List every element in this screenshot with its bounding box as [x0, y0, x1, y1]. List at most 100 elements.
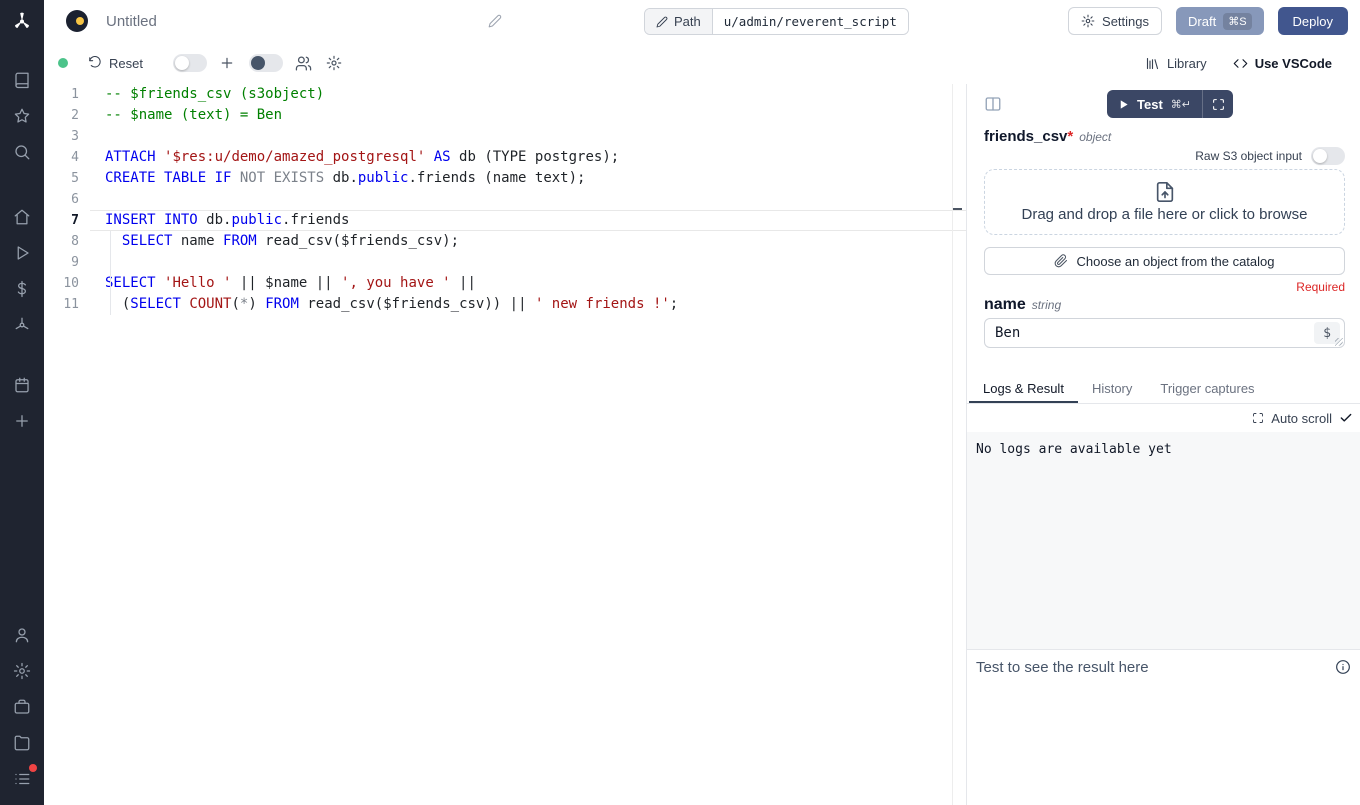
autoscroll-label[interactable]: Auto scroll [1271, 411, 1332, 426]
path-label: Path [674, 14, 701, 29]
line-content[interactable]: -- $name (text) = Ben [90, 105, 966, 126]
deploy-button[interactable]: Deploy [1278, 7, 1348, 35]
line-number[interactable]: 3 [44, 126, 90, 147]
raw-s3-toggle[interactable] [1311, 147, 1345, 165]
test-shortcut: ⌘↵ [1171, 98, 1191, 111]
schedules-calendar-icon[interactable] [0, 367, 44, 403]
result-area: Test to see the result here [967, 649, 1360, 685]
line-number[interactable]: 1 [44, 84, 90, 105]
line-content[interactable]: SELECT name FROM read_csv($friends_csv); [90, 231, 966, 252]
logs-empty-text: No logs are available yet [976, 442, 1172, 457]
library-icon [1145, 56, 1160, 71]
expand-logs-icon[interactable] [1252, 412, 1264, 424]
code-line[interactable]: 11 (SELECT COUNT(*) FROM read_csv($frien… [44, 294, 966, 315]
add-plus-icon[interactable] [219, 55, 235, 71]
tab-logs-result[interactable]: Logs & Result [969, 374, 1078, 403]
line-number[interactable]: 5 [44, 168, 90, 189]
resources-icon[interactable] [0, 307, 44, 343]
line-number[interactable]: 6 [44, 189, 90, 210]
status-dot [58, 58, 68, 68]
windmill-logo-icon[interactable] [0, 0, 44, 44]
settings-button[interactable]: Settings [1068, 7, 1162, 35]
expand-test-icon[interactable] [1202, 90, 1233, 118]
tab-trigger-captures[interactable]: Trigger captures [1146, 374, 1268, 403]
audit-logs-list-icon[interactable] [0, 761, 44, 797]
left-sidebar [0, 0, 44, 805]
toggle-assistant[interactable] [249, 54, 283, 72]
file-upload-icon [1154, 181, 1176, 203]
line-content[interactable]: INSERT INTO db.public.friends [90, 210, 966, 231]
line-content[interactable] [90, 189, 966, 210]
line-number[interactable]: 11 [44, 294, 90, 315]
line-content[interactable] [90, 252, 966, 273]
test-button[interactable]: Test ⌘↵ [1107, 90, 1202, 118]
line-number[interactable]: 7 [44, 210, 90, 231]
line-content[interactable]: CREATE TABLE IF NOT EXISTS db.public.fri… [90, 168, 966, 189]
code-line[interactable]: 4ATTACH '$res:u/demo/amazed_postgresql' … [44, 147, 966, 168]
folders-icon[interactable] [0, 725, 44, 761]
line-number[interactable]: 9 [44, 252, 90, 273]
workspace-settings-gear-icon[interactable] [0, 653, 44, 689]
arg-friends-csv-header: friends_csv* object [984, 128, 1345, 145]
search-icon[interactable] [0, 134, 44, 170]
path-group: Path u/admin/reverent_script [644, 8, 909, 35]
choose-object-button[interactable]: Choose an object from the catalog [984, 247, 1345, 275]
runs-play-icon[interactable] [0, 235, 44, 271]
line-number[interactable]: 8 [44, 231, 90, 252]
edit-path-button[interactable]: Path [645, 9, 712, 34]
line-content[interactable]: (SELECT COUNT(*) FROM read_csv($friends_… [90, 294, 966, 315]
account-user-icon[interactable] [0, 617, 44, 653]
create-plus-icon[interactable] [0, 403, 44, 439]
line-number[interactable]: 10 [44, 273, 90, 294]
result-tabs: Logs & ResultHistoryTrigger captures [967, 374, 1360, 404]
tab-history[interactable]: History [1078, 374, 1146, 403]
scrollbar-cursor-marker[interactable] [953, 208, 962, 210]
home-icon[interactable] [0, 199, 44, 235]
reset-button[interactable]: Reset [88, 56, 143, 71]
use-vscode-button[interactable]: Use VSCode [1233, 56, 1332, 71]
variables-dollar-icon[interactable] [0, 271, 44, 307]
collaborators-users-icon[interactable] [295, 55, 312, 72]
workers-briefcase-icon[interactable] [0, 689, 44, 725]
code-line[interactable]: 10SELECT 'Hello ' || $name || ', you hav… [44, 273, 966, 294]
line-content[interactable]: -- $friends_csv (s3object) [90, 84, 966, 105]
line-number[interactable]: 2 [44, 105, 90, 126]
code-line[interactable]: 6 [44, 189, 966, 210]
library-button[interactable]: Library [1145, 56, 1207, 71]
dropzone-text: Drag and drop a file here or click to br… [1022, 206, 1308, 223]
line-content[interactable]: SELECT 'Hello ' || $name || ', you have … [90, 273, 966, 294]
name-input[interactable] [985, 319, 1344, 347]
editor-settings-gear-icon[interactable] [326, 55, 342, 71]
path-value[interactable]: u/admin/reverent_script [712, 9, 908, 34]
docs-icon[interactable] [0, 62, 44, 98]
result-placeholder: Test to see the result here [976, 659, 1149, 676]
toggle-panel-icon[interactable] [984, 95, 1002, 113]
draft-button[interactable]: Draft ⌘S [1176, 7, 1264, 35]
name-input-wrap: $ [984, 318, 1345, 348]
notification-dot [29, 764, 37, 772]
required-star: * [1067, 128, 1073, 145]
toggle-diff-mode[interactable] [173, 54, 207, 72]
script-title[interactable]: Untitled [106, 13, 157, 30]
code-line[interactable]: 1-- $friends_csv (s3object) [44, 84, 966, 105]
code-line[interactable]: 9 [44, 252, 966, 273]
vscode-icon [1233, 56, 1248, 71]
edit-title-pencil-icon[interactable] [488, 14, 502, 28]
code-line[interactable]: 3 [44, 126, 966, 147]
file-dropzone[interactable]: Drag and drop a file here or click to br… [984, 169, 1345, 235]
favorites-star-icon[interactable] [0, 98, 44, 134]
workspace-avatar[interactable] [66, 10, 88, 32]
code-line[interactable]: 2-- $name (text) = Ben [44, 105, 966, 126]
line-number[interactable]: 4 [44, 147, 90, 168]
autoscroll-check-icon[interactable] [1339, 411, 1353, 425]
code-editor[interactable]: 1-- $friends_csv (s3object)2-- $name (te… [44, 84, 966, 805]
line-content[interactable] [90, 126, 966, 147]
code-line[interactable]: 8 SELECT name FROM read_csv($friends_csv… [44, 231, 966, 252]
line-content[interactable]: ATTACH '$res:u/demo/amazed_postgresql' A… [90, 147, 966, 168]
code-line[interactable]: 5CREATE TABLE IF NOT EXISTS db.public.fr… [44, 168, 966, 189]
test-button-group: Test ⌘↵ [1107, 90, 1233, 118]
run-panel: Test ⌘↵ friends_csv* object Raw S3 objec… [966, 84, 1360, 805]
pencil-icon [656, 16, 668, 28]
code-line[interactable]: 7INSERT INTO db.public.friends [44, 210, 966, 231]
info-icon[interactable] [1335, 659, 1351, 675]
